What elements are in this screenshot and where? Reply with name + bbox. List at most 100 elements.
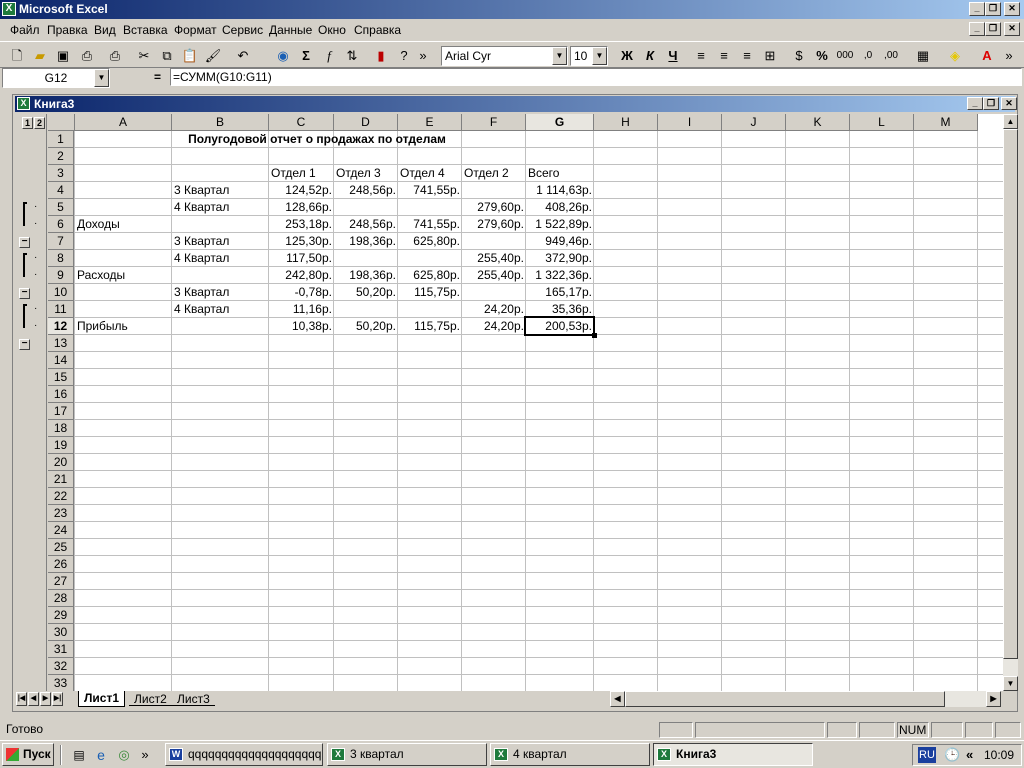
cell-d12[interactable]: 50,20р. xyxy=(334,318,398,335)
cell-c7[interactable]: 125,30р. xyxy=(269,233,334,250)
cell-g10[interactable]: 165,17р. xyxy=(526,284,594,301)
ie-icon[interactable]: e xyxy=(90,744,112,766)
cell-g8[interactable]: 372,90р. xyxy=(526,250,594,267)
language-indicator[interactable]: RU xyxy=(918,747,936,763)
row-header-30[interactable]: 30 xyxy=(48,624,74,641)
column-header-h[interactable]: H xyxy=(594,114,658,131)
align-left-icon[interactable]: ≡ xyxy=(690,45,712,67)
toolbar-more-icon[interactable]: » xyxy=(1002,45,1016,67)
cell-f9[interactable]: 255,40р. xyxy=(462,267,526,284)
header-cell-c[interactable]: Отдел 1 xyxy=(269,165,334,182)
row-header-6[interactable]: 6 xyxy=(48,216,74,233)
row-header-14[interactable]: 14 xyxy=(48,352,74,369)
borders-icon[interactable]: ▦ xyxy=(912,45,934,67)
font-color-icon[interactable]: A xyxy=(976,45,998,67)
scroll-down-icon[interactable]: ▼ xyxy=(1003,676,1018,691)
row-header-10[interactable]: 10 xyxy=(48,284,74,301)
cell-f12[interactable]: 24,20р. xyxy=(462,318,526,335)
row-header-17[interactable]: 17 xyxy=(48,403,74,420)
menu-file[interactable]: Файл xyxy=(10,19,40,41)
row-header-24[interactable]: 24 xyxy=(48,522,74,539)
thousands-button[interactable]: 000 xyxy=(834,45,856,67)
cell-d6[interactable]: 248,56р. xyxy=(334,216,398,233)
header-cell-d[interactable]: Отдел 3 xyxy=(334,165,398,182)
spreadsheet-grid[interactable]: A B C D E F G H I J K L M 1 2 3 4 5 6 7 8 9 10 11 12 13 14 15 16 17 18… xyxy=(48,114,1003,691)
menu-view[interactable]: Вид xyxy=(94,19,116,41)
cell-d10[interactable]: 50,20р. xyxy=(334,284,398,301)
cell-f8[interactable]: 255,40р. xyxy=(462,250,526,267)
row-header-18[interactable]: 18 xyxy=(48,420,74,437)
restore-button[interactable]: ❐ xyxy=(985,2,1001,16)
horizontal-scrollbar[interactable]: ◀ ▶ xyxy=(610,691,1001,707)
cell-b4[interactable]: 3 Квартал xyxy=(172,182,269,199)
row-header-27[interactable]: 27 xyxy=(48,573,74,590)
column-header-m[interactable]: M xyxy=(914,114,978,131)
header-cell-e[interactable]: Отдел 4 xyxy=(398,165,462,182)
cell-f5[interactable]: 279,60р. xyxy=(462,199,526,216)
cell-b10[interactable]: 3 Квартал xyxy=(172,284,269,301)
cell-e10[interactable]: 115,75р. xyxy=(398,284,462,301)
quicklaunch-more[interactable]: » xyxy=(138,744,152,766)
wb-minimize-button[interactable]: _ xyxy=(967,97,983,110)
sheet-tab-3[interactable]: Лист3 xyxy=(172,692,215,706)
wb-close-button[interactable]: ✕ xyxy=(1001,97,1017,110)
row-header-28[interactable]: 28 xyxy=(48,590,74,607)
formula-input[interactable]: =СУММ(G10:G11) xyxy=(170,68,1022,86)
row-header-13[interactable]: 13 xyxy=(48,335,74,352)
row-header-5[interactable]: 5 xyxy=(48,199,74,216)
report-title-cell[interactable]: Полугодовой отчет о продажах по отделам xyxy=(172,131,462,148)
tray-clock-icon[interactable]: 🕒 xyxy=(944,747,960,763)
doc-close-button[interactable]: ✕ xyxy=(1004,22,1020,36)
row-header-1[interactable]: 1 xyxy=(48,131,74,148)
cell-e12[interactable]: 115,75р. xyxy=(398,318,462,335)
undo-icon[interactable]: ↶ xyxy=(232,45,254,67)
percent-button[interactable]: % xyxy=(811,45,833,67)
print-icon[interactable]: ⎙ xyxy=(76,45,98,67)
cell-c11[interactable]: 11,16р. xyxy=(269,301,334,318)
cell-b11[interactable]: 4 Квартал xyxy=(172,301,269,318)
increase-decimal-button[interactable]: ,0 xyxy=(857,45,879,67)
fill-handle[interactable] xyxy=(592,333,597,338)
doc-restore-button[interactable]: ❐ xyxy=(985,22,1001,36)
toolbar-more-icon[interactable]: » xyxy=(417,45,429,67)
autosum-icon[interactable]: Σ xyxy=(295,45,317,67)
row-header-21[interactable]: 21 xyxy=(48,471,74,488)
scroll-left-icon[interactable]: ◀ xyxy=(610,691,625,707)
column-header-f[interactable]: F xyxy=(462,114,526,131)
row-header-32[interactable]: 32 xyxy=(48,658,74,675)
task-3-kvartal[interactable]: X 3 квартал xyxy=(327,743,487,766)
row-header-29[interactable]: 29 xyxy=(48,607,74,624)
cell-e7[interactable]: 625,80р. xyxy=(398,233,462,250)
row-header-7[interactable]: 7 xyxy=(48,233,74,250)
task-4-kvartal[interactable]: X 4 квартал xyxy=(490,743,650,766)
vertical-scrollbar[interactable]: ▲ ▼ xyxy=(1003,114,1018,691)
function-icon[interactable]: f xyxy=(318,45,340,67)
start-button[interactable]: Пуск xyxy=(2,743,54,766)
row-header-9[interactable]: 9 xyxy=(48,267,74,284)
h-scroll-thumb[interactable] xyxy=(625,691,945,707)
row-header-19[interactable]: 19 xyxy=(48,437,74,454)
sheet-tab-2[interactable]: Лист2 xyxy=(129,692,172,706)
cell-c9[interactable]: 242,80р. xyxy=(269,267,334,284)
fill-color-icon[interactable]: ◈ xyxy=(944,45,966,67)
menu-help[interactable]: Справка xyxy=(354,19,401,41)
scroll-thumb[interactable] xyxy=(1003,129,1018,659)
cell-d7[interactable]: 198,36р. xyxy=(334,233,398,250)
collapse-group-button[interactable]: − xyxy=(19,237,30,248)
next-sheet-icon[interactable]: ▶ xyxy=(40,692,51,706)
cell-g5[interactable]: 408,26р. xyxy=(526,199,594,216)
active-cell-selection[interactable] xyxy=(524,316,595,336)
column-header-j[interactable]: J xyxy=(722,114,786,131)
minimize-button[interactable]: _ xyxy=(969,2,985,16)
row-header-20[interactable]: 20 xyxy=(48,454,74,471)
open-icon[interactable]: ▰ xyxy=(29,45,51,67)
cell-c5[interactable]: 128,66р. xyxy=(269,199,334,216)
row-header-22[interactable]: 22 xyxy=(48,488,74,505)
row-header-25[interactable]: 25 xyxy=(48,539,74,556)
row-header-3[interactable]: 3 xyxy=(48,165,74,182)
help-icon[interactable]: ? xyxy=(393,45,415,67)
cell-g7[interactable]: 949,46р. xyxy=(526,233,594,250)
row-header-31[interactable]: 31 xyxy=(48,641,74,658)
cell-a6[interactable]: Доходы xyxy=(75,216,172,233)
column-header-i[interactable]: I xyxy=(658,114,722,131)
